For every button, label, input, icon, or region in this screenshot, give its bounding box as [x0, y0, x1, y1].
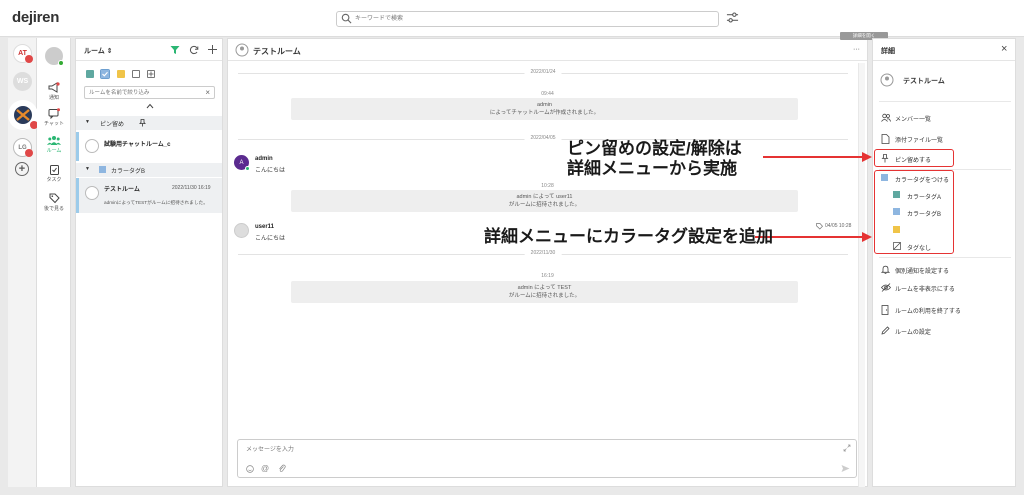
annotation-text: 詳細メニューにカラータグ設定を追加 — [484, 227, 773, 246]
color-tag-arrow-head — [862, 232, 872, 242]
annotation-color-tag: 詳細メニューにカラータグ設定を追加 — [484, 227, 773, 247]
annotation-pin: ピン留めの設定/解除は 詳細メニューから実施 — [567, 139, 742, 179]
pin-arrow-head — [862, 152, 872, 162]
annotation-text: ピン留めの設定/解除は — [567, 139, 742, 158]
annotation-text: 詳細メニューから実施 — [567, 159, 737, 178]
annotation-arrows — [755, 152, 872, 242]
